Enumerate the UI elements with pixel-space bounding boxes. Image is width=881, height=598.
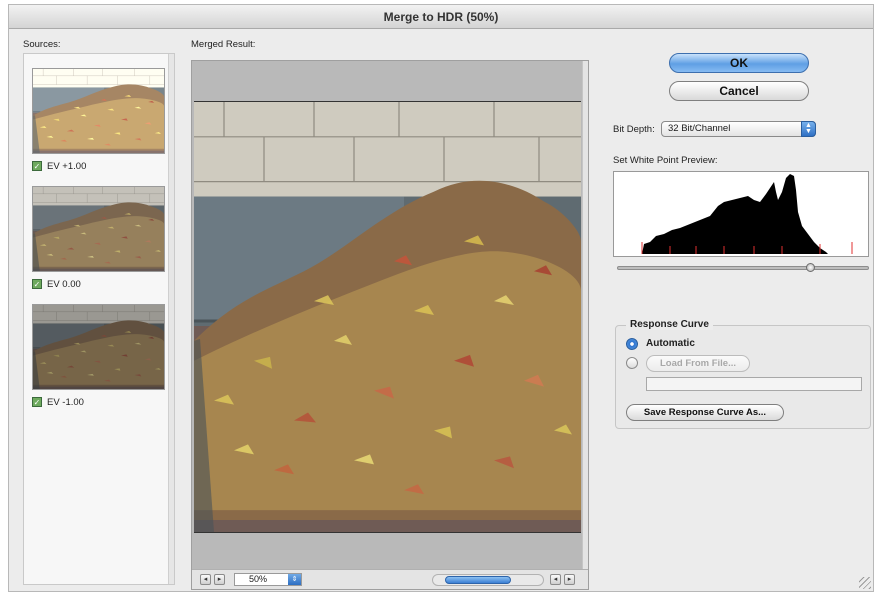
- source-ev-label: EV -1.00: [47, 396, 84, 408]
- preview-next-button[interactable]: ▸: [214, 574, 225, 585]
- stepper-arrows-icon: ▲ ▼: [801, 121, 816, 137]
- white-point-label: Set White Point Preview:: [613, 155, 718, 166]
- source-ev-label: EV 0.00: [47, 278, 81, 290]
- source-thumbnail-ev-plus-1[interactable]: [32, 68, 165, 154]
- merge-to-hdr-dialog: Merge to HDR (50%) Sources: ✓ EV +1.00 ✓…: [8, 4, 874, 592]
- load-from-file-button[interactable]: Load From File...: [646, 355, 750, 372]
- source-checkbox-ev-plus-1[interactable]: ✓: [32, 161, 42, 171]
- merged-preview[interactable]: ◂ ▸ 50% ⇕ ◂ ▸: [191, 60, 589, 590]
- check-icon: ✓: [33, 161, 41, 171]
- stepper-arrows-icon[interactable]: ⇕: [288, 574, 301, 585]
- source-row-ev-plus-1: ✓ EV +1.00: [32, 160, 86, 172]
- check-icon: ✓: [33, 279, 41, 289]
- zoom-value: 50%: [249, 574, 268, 584]
- preview-vertical-scrollbar[interactable]: [582, 61, 588, 569]
- sources-label: Sources:: [23, 39, 61, 50]
- automatic-label: Automatic: [646, 338, 695, 349]
- preview-prev-button[interactable]: ◂: [200, 574, 211, 585]
- ok-button[interactable]: OK: [669, 53, 809, 73]
- source-thumbnail-ev-minus-1[interactable]: [32, 304, 165, 390]
- sources-panel: ✓ EV +1.00 ✓ EV 0.00 ✓ EV -1.00: [23, 53, 175, 585]
- response-curve-group: Response Curve Automatic Load From File.…: [615, 319, 871, 429]
- preview-horizontal-scrollbar[interactable]: [432, 574, 544, 586]
- white-point-slider[interactable]: [617, 263, 869, 272]
- merged-result-label: Merged Result:: [191, 39, 256, 50]
- save-response-curve-button[interactable]: Save Response Curve As...: [626, 404, 784, 421]
- load-from-file-radio[interactable]: [626, 357, 638, 369]
- source-row-ev-minus-1: ✓ EV -1.00: [32, 396, 84, 408]
- bit-depth-value: 32 Bit/Channel: [668, 123, 731, 134]
- preview-status-bar: ◂ ▸ 50% ⇕ ◂ ▸: [192, 569, 588, 589]
- source-checkbox-ev-minus-1[interactable]: ✓: [32, 397, 42, 407]
- arrow-left-icon: ◂: [203, 576, 208, 583]
- automatic-radio[interactable]: [626, 338, 638, 350]
- bit-depth-label: Bit Depth:: [613, 124, 655, 135]
- arrow-right-icon: ▸: [567, 576, 572, 583]
- check-icon: ✓: [33, 397, 41, 407]
- white-point-histogram: [613, 171, 869, 257]
- zoom-field[interactable]: 50% ⇕: [234, 573, 302, 586]
- merged-preview-image: [194, 101, 581, 533]
- arrow-right-icon: ▸: [217, 576, 222, 583]
- response-curve-title: Response Curve: [626, 319, 713, 330]
- cancel-button[interactable]: Cancel: [669, 81, 809, 101]
- source-ev-label: EV +1.00: [47, 160, 87, 172]
- response-curve-path-field[interactable]: [646, 377, 862, 391]
- arrow-left-icon: ◂: [553, 576, 558, 583]
- sources-scrollbar[interactable]: [168, 54, 174, 584]
- source-row-ev-0: ✓ EV 0.00: [32, 278, 81, 290]
- histogram-fill: [642, 174, 828, 254]
- resize-grip-icon[interactable]: [859, 577, 871, 589]
- preview-horizontal-scroll-thumb[interactable]: [445, 576, 511, 584]
- source-checkbox-ev-0[interactable]: ✓: [32, 279, 42, 289]
- source-thumbnail-ev-0[interactable]: [32, 186, 165, 272]
- bit-depth-select[interactable]: 32 Bit/Channel ▲ ▼: [661, 121, 816, 137]
- white-point-slider-thumb[interactable]: [805, 263, 815, 272]
- scroll-left-button[interactable]: ◂: [550, 574, 561, 585]
- window-title: Merge to HDR (50%): [9, 5, 873, 29]
- scroll-right-button[interactable]: ▸: [564, 574, 575, 585]
